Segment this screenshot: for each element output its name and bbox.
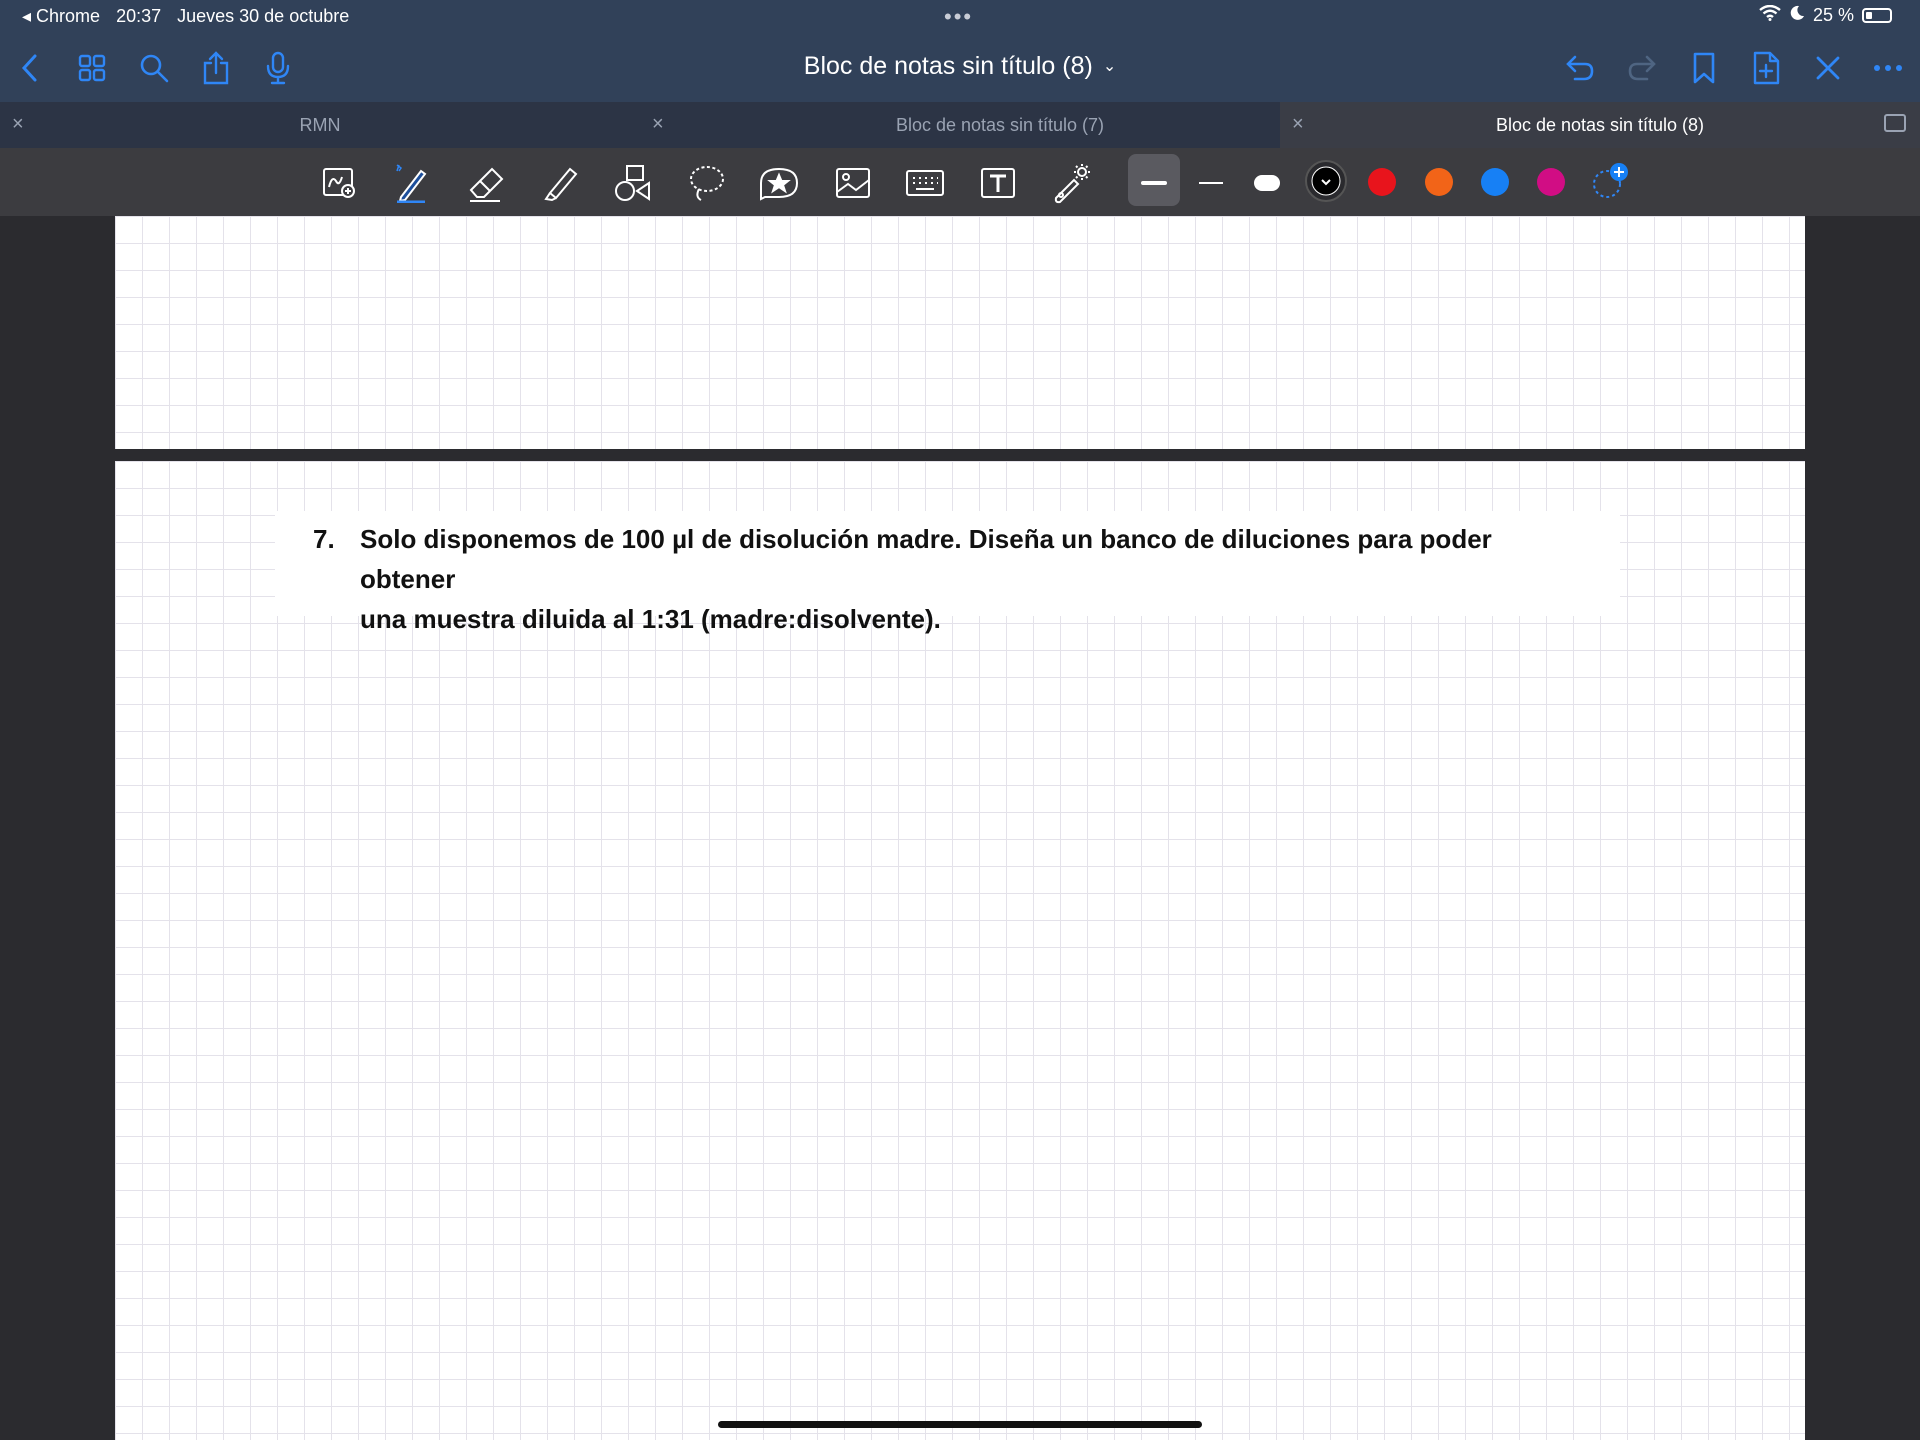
split-view-icon[interactable]	[1884, 114, 1906, 132]
back-to-app-link[interactable]: ◂ Chrome	[22, 6, 100, 27]
chevron-down-icon: ⌄	[1102, 58, 1117, 75]
battery-percent: 25 %	[1812, 5, 1854, 25]
nav-bar: Bloc de notas sin título (8) ⌄	[0, 40, 1920, 94]
add-color-icon[interactable]	[1588, 159, 1634, 205]
status-time: 20:37	[116, 6, 162, 26]
shapes-tool-icon[interactable]	[610, 160, 656, 206]
moon-icon	[1789, 5, 1805, 26]
image-tool-icon[interactable]	[830, 160, 876, 206]
redo-icon[interactable]	[1624, 50, 1660, 86]
color-magenta-swatch[interactable]	[1537, 168, 1565, 196]
status-bar: ◂ Chrome 20:37 Jueves 30 de octubre ••• …	[0, 0, 1920, 32]
status-date: Jueves 30 de octubre	[177, 6, 350, 26]
tab-rmn[interactable]: × RMN	[0, 102, 640, 148]
question-line-2: una muestra diluida al 1:31 (madre:disol…	[360, 604, 941, 634]
drawing-toolbar	[0, 148, 1920, 216]
text-tool-icon[interactable]	[975, 160, 1021, 206]
more-options-icon[interactable]	[1870, 50, 1906, 86]
keyboard-tool-icon[interactable]	[902, 160, 948, 206]
battery-icon	[1862, 8, 1892, 23]
multitasking-dots[interactable]: •••	[944, 4, 973, 30]
sticker-tool-icon[interactable]	[756, 160, 802, 206]
color-black-selected[interactable]	[1303, 158, 1349, 204]
undo-icon[interactable]	[1562, 50, 1598, 86]
question-number: 7.	[313, 524, 335, 554]
question-text: Solo disponemos de 100 µl de disolución …	[360, 519, 1590, 639]
notebook-page-current[interactable]: 7. Solo disponemos de 100 µl de disoluci…	[115, 461, 1805, 1440]
notebook-page-previous[interactable]	[115, 216, 1805, 449]
app-header: ◂ Chrome 20:37 Jueves 30 de octubre ••• …	[0, 0, 1920, 102]
tab-close-icon[interactable]: ×	[652, 113, 664, 136]
wifi-icon	[1759, 4, 1781, 26]
laser-pointer-tool-icon[interactable]	[1048, 160, 1094, 206]
stroke-thick-icon[interactable]	[1131, 160, 1177, 206]
question-line-1: Solo disponemos de 100 µl de disolución …	[360, 524, 1492, 594]
question-block: 7. Solo disponemos de 100 µl de disoluci…	[275, 511, 1620, 634]
tab-notebook-8[interactable]: × Bloc de notas sin título (8)	[1280, 102, 1920, 148]
bookmark-icon[interactable]	[1686, 50, 1722, 86]
color-blue-swatch[interactable]	[1481, 168, 1509, 196]
home-indicator[interactable]	[718, 1421, 1202, 1428]
zoom-window-tool-icon[interactable]	[317, 160, 363, 206]
close-icon[interactable]	[1810, 50, 1846, 86]
pen-tool-icon[interactable]	[388, 160, 434, 206]
document-title-text: Bloc de notas sin título (8)	[803, 52, 1093, 80]
tab-bar: × RMN × Bloc de notas sin título (7) × B…	[0, 102, 1920, 148]
tab-label: Bloc de notas sin título (8)	[1495, 115, 1705, 135]
lasso-tool-icon[interactable]	[684, 160, 730, 206]
stroke-thin-icon[interactable]	[1188, 160, 1234, 206]
tab-label: Bloc de notas sin título (7)	[895, 115, 1105, 135]
tab-label: RMN	[299, 115, 341, 135]
color-red-swatch[interactable]	[1368, 168, 1396, 196]
tab-notebook-7[interactable]: × Bloc de notas sin título (7)	[640, 102, 1280, 148]
eraser-tool-icon[interactable]	[463, 160, 509, 206]
stroke-round-icon[interactable]	[1244, 160, 1290, 206]
add-page-icon[interactable]	[1748, 50, 1784, 86]
highlighter-tool-icon[interactable]	[537, 160, 583, 206]
color-orange-swatch[interactable]	[1425, 168, 1453, 196]
